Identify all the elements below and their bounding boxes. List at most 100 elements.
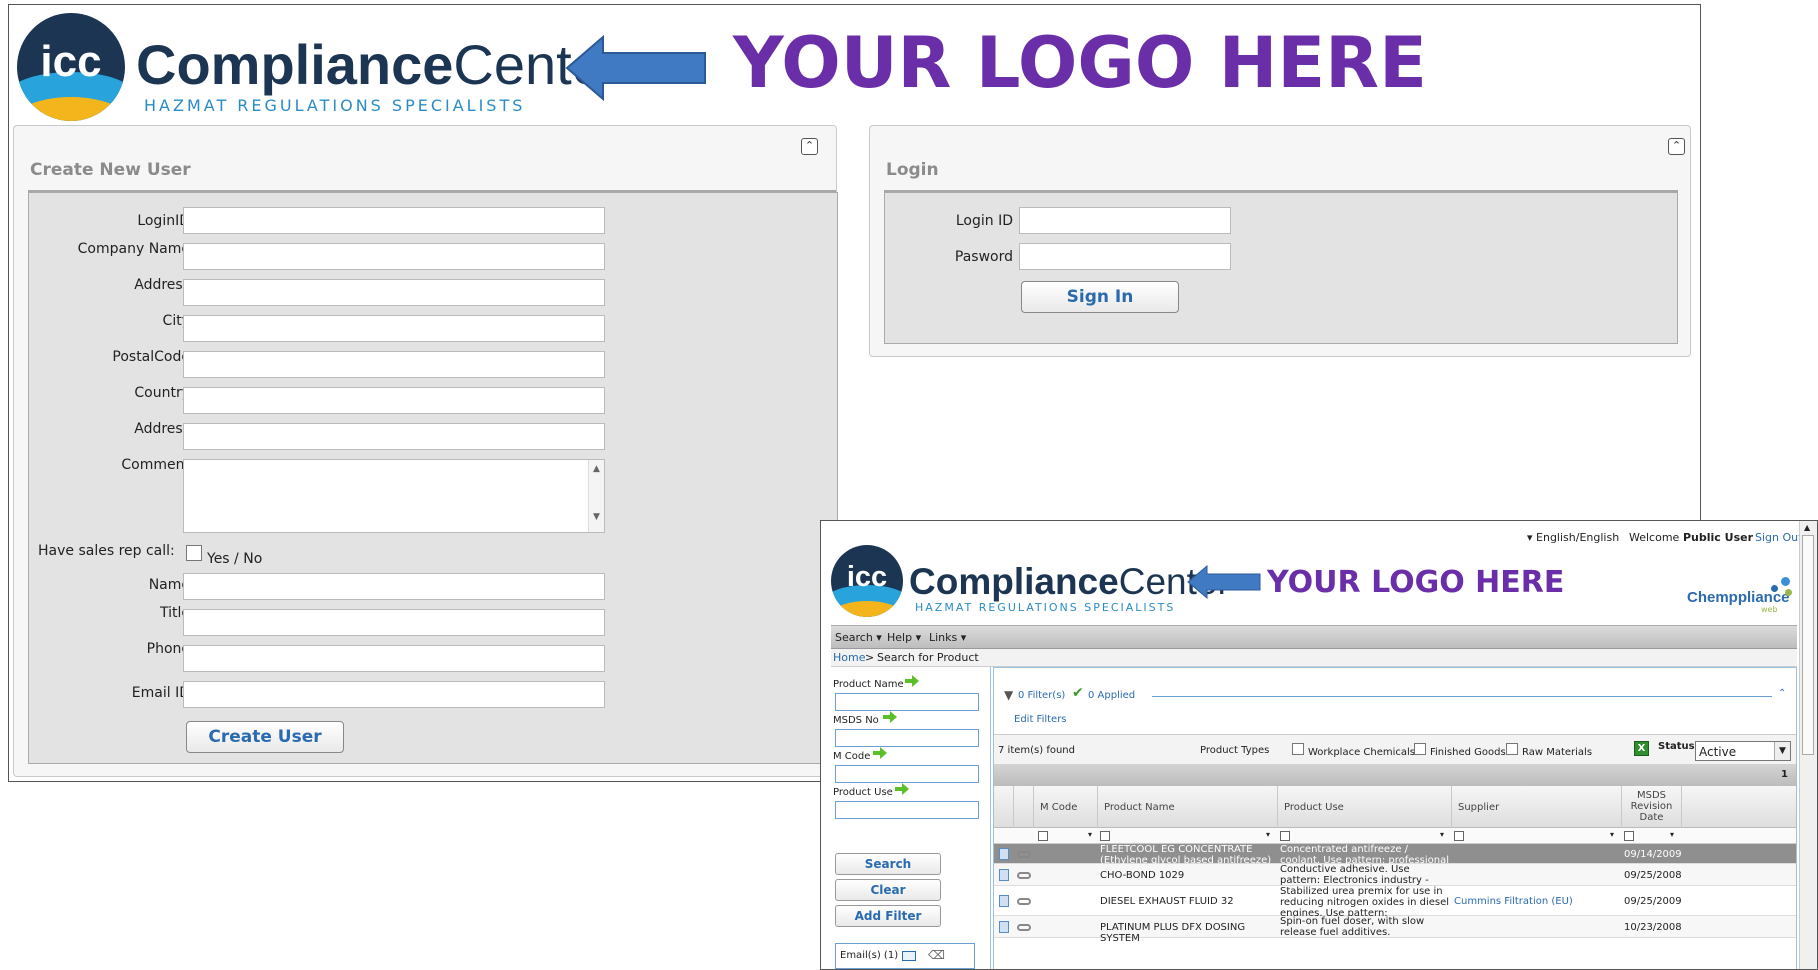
search-button[interactable]: Search: [835, 853, 941, 875]
address2-input[interactable]: [183, 423, 605, 450]
edit-filters-link[interactable]: Edit Filters: [1014, 714, 1067, 725]
type-finished-checkbox[interactable]: [1414, 743, 1426, 755]
comment-textarea[interactable]: [183, 459, 605, 533]
eraser-icon[interactable]: ⌫: [928, 948, 945, 962]
product-use-input[interactable]: [835, 801, 979, 819]
scroll-thumb[interactable]: [1802, 535, 1814, 755]
table-row[interactable]: FLEETCOOL EG CONCENTRATE (Ethylene glyco…: [994, 844, 1796, 864]
filters-count[interactable]: 0 Filter(s): [1018, 690, 1065, 701]
link-icon[interactable]: [1017, 924, 1031, 931]
name-input[interactable]: [183, 573, 605, 600]
type-workplace-checkbox[interactable]: [1292, 743, 1304, 755]
go-arrow-icon[interactable]: [905, 675, 919, 687]
sign-out-link[interactable]: Sign Out: [1755, 531, 1802, 544]
link-icon[interactable]: [1017, 851, 1031, 858]
type-finished-label: Finished Goods: [1430, 747, 1506, 758]
breadcrumb-home[interactable]: Home: [833, 651, 865, 664]
create-user-button[interactable]: Create User: [186, 721, 344, 753]
chevron-down-icon[interactable]: ▾: [1440, 830, 1444, 839]
col-product-use[interactable]: Product Use: [1278, 786, 1452, 828]
filter-supplier[interactable]: [1454, 831, 1464, 841]
email-input[interactable]: [183, 681, 605, 708]
filter-m-code[interactable]: [1038, 831, 1048, 841]
excel-export-icon[interactable]: X: [1634, 741, 1649, 756]
sign-in-button[interactable]: Sign In: [1021, 281, 1179, 313]
vertical-scrollbar[interactable]: ▲: [1799, 521, 1817, 969]
address2-label: Address: [134, 421, 190, 437]
type-raw-checkbox[interactable]: [1506, 743, 1518, 755]
clear-button[interactable]: Clear: [835, 879, 941, 901]
collapse-login-button[interactable]: ⌃: [1668, 138, 1685, 155]
applied-count[interactable]: 0 Applied: [1088, 690, 1135, 701]
login-id-input[interactable]: [183, 207, 605, 234]
country-input[interactable]: [183, 387, 605, 414]
postal-code-label: PostalCode: [112, 349, 190, 365]
link-icon[interactable]: [1017, 898, 1031, 905]
email-box: Email(s) (1) ⌫: [835, 943, 975, 969]
phone-input[interactable]: [183, 645, 605, 672]
cell-supplier: [1454, 922, 1620, 944]
sales-rep-checkbox[interactable]: [186, 545, 202, 561]
menu-help[interactable]: Help ▾: [887, 631, 921, 644]
title-input[interactable]: [183, 609, 605, 636]
document-icon[interactable]: [999, 921, 1009, 933]
go-arrow-icon[interactable]: [883, 711, 897, 723]
add-filter-button[interactable]: Add Filter: [835, 905, 941, 927]
col-product-name[interactable]: Product Name: [1098, 786, 1278, 828]
document-icon[interactable]: [999, 869, 1009, 881]
scroll-up-icon[interactable]: ▲: [1804, 523, 1810, 532]
login-id-label-2: Login ID: [955, 213, 1013, 229]
collapse-create-user-button[interactable]: ⌃: [801, 138, 818, 155]
cell-product-name: PLATINUM PLUS DFX DOSING SYSTEM: [1100, 922, 1246, 944]
menu-search[interactable]: Search ▾: [835, 631, 882, 644]
scroll-down-icon[interactable]: ▼: [589, 512, 604, 522]
chevron-down-icon[interactable]: ▾: [1670, 830, 1674, 839]
go-arrow-icon[interactable]: [895, 783, 909, 795]
menu-links[interactable]: Links ▾: [929, 631, 966, 644]
breadcrumb-separator: >: [865, 651, 875, 664]
go-arrow-icon[interactable]: [873, 747, 887, 759]
login-id-input-2[interactable]: [1019, 207, 1231, 234]
chempliance-logo: Chemppliance web: [1687, 577, 1797, 617]
page-number[interactable]: 1: [1781, 769, 1788, 780]
brand-name-small: ComplianceCenter: [909, 561, 1230, 602]
postal-code-input[interactable]: [183, 351, 605, 378]
chevron-down-icon[interactable]: ▾: [1088, 830, 1092, 839]
address-input[interactable]: [183, 279, 605, 306]
logo-placeholder: YOUR LOGO HERE: [733, 22, 1427, 104]
link-icon[interactable]: [1017, 872, 1031, 879]
scroll-up-icon[interactable]: ▲: [589, 464, 604, 474]
m-code-input[interactable]: [835, 765, 979, 783]
city-input[interactable]: [183, 315, 605, 342]
password-input[interactable]: [1019, 243, 1231, 270]
product-name-label: Product Name: [833, 679, 904, 690]
chevron-down-icon[interactable]: ▾: [1266, 830, 1270, 839]
document-icon[interactable]: [999, 895, 1009, 907]
comment-scrollbar[interactable]: ▲ ▼: [588, 460, 604, 532]
col-msds-date[interactable]: MSDS Revision Date: [1622, 786, 1682, 828]
email-count: Email(s) (1): [840, 950, 899, 961]
product-name-input[interactable]: [835, 693, 979, 711]
language-selector[interactable]: ▾ English/English: [1527, 531, 1619, 544]
filter-product-use[interactable]: [1280, 831, 1290, 841]
collapse-filter-icon[interactable]: ⌃: [1778, 688, 1786, 699]
filter-date[interactable]: [1624, 831, 1634, 841]
arrow-left-icon: [565, 35, 706, 101]
filter-product-name[interactable]: [1100, 831, 1110, 841]
company-name-label: Company Name: [77, 241, 190, 257]
envelope-icon[interactable]: [902, 951, 916, 961]
country-label: Country: [134, 385, 190, 401]
company-name-input[interactable]: [183, 243, 605, 270]
col-m-code[interactable]: M Code: [1034, 786, 1098, 828]
menu-bar: Search ▾ Help ▾ Links ▾: [831, 625, 1797, 649]
table-row[interactable]: DIESEL EXHAUST FLUID 32 Stabilized urea p…: [994, 886, 1796, 916]
status-select[interactable]: Active ▼: [1695, 741, 1791, 761]
create-user-form: LoginID Company Name Address City Postal…: [28, 192, 838, 764]
col-supplier[interactable]: Supplier: [1452, 786, 1622, 828]
table-row[interactable]: CHO-BOND 1029 Conductive adhesive. Use pa…: [994, 864, 1796, 886]
table-row[interactable]: PLATINUM PLUS DFX DOSING SYSTEM Spin-on f…: [994, 916, 1796, 944]
checkmark-icon: ✔: [1072, 685, 1084, 701]
document-icon[interactable]: [999, 848, 1009, 860]
msds-no-input[interactable]: [835, 729, 979, 747]
chevron-down-icon[interactable]: ▾: [1610, 830, 1614, 839]
